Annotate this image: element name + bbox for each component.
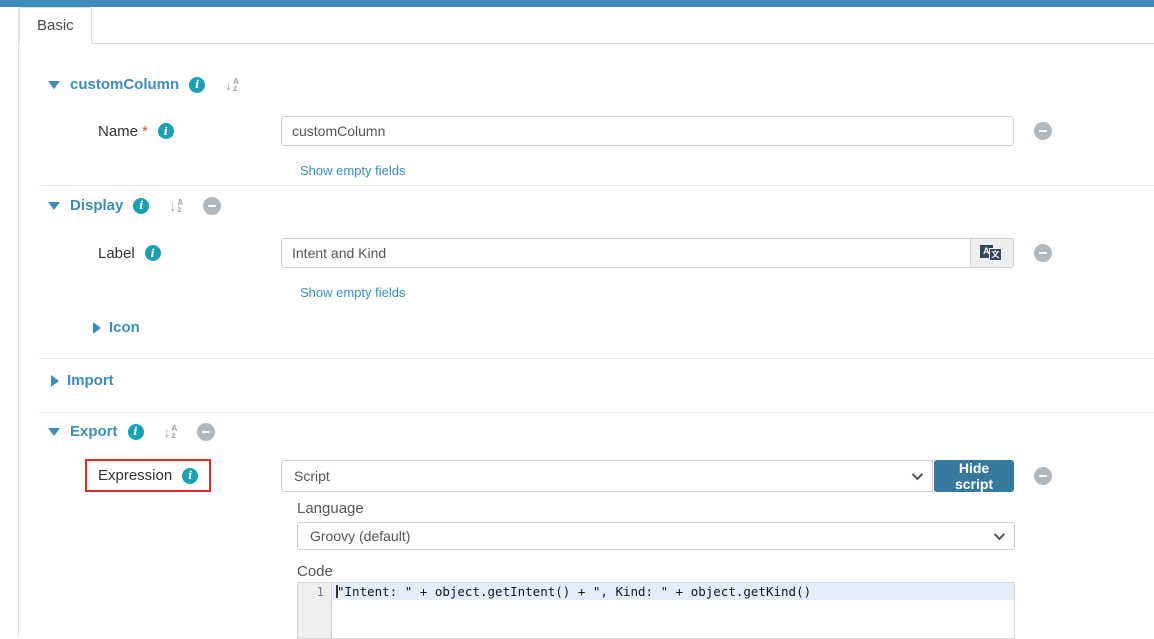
info-icon[interactable]: i [128, 424, 144, 440]
tab-bar: Basic [19, 7, 1154, 44]
hide-script-button[interactable]: Hide script [934, 460, 1014, 492]
info-icon[interactable]: i [133, 198, 149, 214]
code-label: Code [297, 563, 1015, 580]
name-field-control [281, 116, 1014, 146]
line-number: 1 [298, 583, 324, 600]
sort-alpha-icon[interactable]: ↓ Az [169, 199, 183, 213]
remove-label-button[interactable] [1034, 244, 1052, 262]
script-settings-block: Language Groovy (default) Code 1 "Intent… [297, 500, 1015, 639]
section-title: Icon [109, 319, 140, 336]
caret-right-icon[interactable] [51, 375, 59, 387]
code-area[interactable]: "Intent: " + object.getIntent() + ", Kin… [332, 583, 1014, 638]
remove-display-button[interactable] [203, 197, 221, 215]
section-header-display[interactable]: Display i ↓ Az [48, 196, 1154, 215]
expression-field-control: Script Hide script [281, 460, 1014, 492]
section-header-customcolumn[interactable]: customColumn i ↓ Az [48, 75, 1154, 94]
section-header-icon[interactable]: Icon [93, 318, 1154, 337]
info-icon[interactable]: i [158, 123, 174, 139]
expression-type-select[interactable]: Script [281, 460, 933, 492]
show-empty-fields-link[interactable]: Show empty fields [300, 163, 406, 178]
section-title: customColumn [70, 76, 179, 93]
name-input[interactable] [281, 116, 1014, 146]
remove-name-button[interactable] [1034, 122, 1052, 140]
label-field-label: Label i [48, 245, 281, 262]
show-empty-fields-link[interactable]: Show empty fields [300, 285, 406, 300]
language-select[interactable]: Groovy (default) [297, 522, 1015, 550]
caret-down-icon[interactable] [48, 202, 60, 210]
translate-button[interactable]: A 文 [971, 238, 1014, 268]
language-label: Language [297, 500, 1015, 517]
translate-icon: A 文 [980, 245, 1004, 262]
name-field-label: Name * i [48, 123, 281, 140]
chevron-down-icon [994, 529, 1005, 540]
section-title: Import [67, 372, 114, 389]
section-divider [39, 412, 1154, 413]
expression-field-row: Expression i Script Hide script [48, 459, 1154, 492]
sort-alpha-icon[interactable]: ↓ Az [225, 78, 239, 92]
section-divider [39, 185, 1154, 186]
text-cursor [336, 585, 338, 598]
info-icon[interactable]: i [182, 468, 198, 484]
chevron-down-icon [912, 468, 923, 479]
code-line: "Intent: " + object.getIntent() + ", Kin… [332, 583, 1014, 600]
section-header-import[interactable]: Import [51, 371, 1154, 390]
section-divider [39, 358, 1154, 359]
section-header-export[interactable]: Export i ↓ Az [48, 422, 1154, 441]
section-title: Display [70, 197, 123, 214]
form-panel: Basic customColumn i ↓ Az Name * i Show … [18, 7, 1154, 637]
expression-field-label: Expression i [48, 459, 281, 492]
expression-highlight-box: Expression i [85, 459, 211, 492]
label-field-control: A 文 [281, 238, 1014, 268]
app-header-bar [0, 0, 1154, 7]
caret-right-icon[interactable] [93, 322, 101, 334]
remove-export-button[interactable] [197, 423, 215, 441]
required-marker: * [142, 123, 148, 140]
label-field-row: Label i A 文 [48, 238, 1154, 268]
sort-alpha-icon[interactable]: ↓ Az [164, 425, 178, 439]
form-content: customColumn i ↓ Az Name * i Show empty … [19, 44, 1154, 639]
info-icon[interactable]: i [145, 245, 161, 261]
caret-down-icon[interactable] [48, 428, 60, 436]
remove-expression-button[interactable] [1034, 467, 1052, 485]
name-field-row: Name * i [48, 116, 1154, 146]
code-gutter: 1 [298, 583, 332, 638]
caret-down-icon[interactable] [48, 81, 60, 89]
code-editor[interactable]: 1 "Intent: " + object.getIntent() + ", K… [297, 582, 1015, 639]
info-icon[interactable]: i [189, 77, 205, 93]
label-input[interactable] [281, 238, 971, 268]
section-title: Export [70, 423, 118, 440]
tab-basic[interactable]: Basic [19, 7, 92, 44]
